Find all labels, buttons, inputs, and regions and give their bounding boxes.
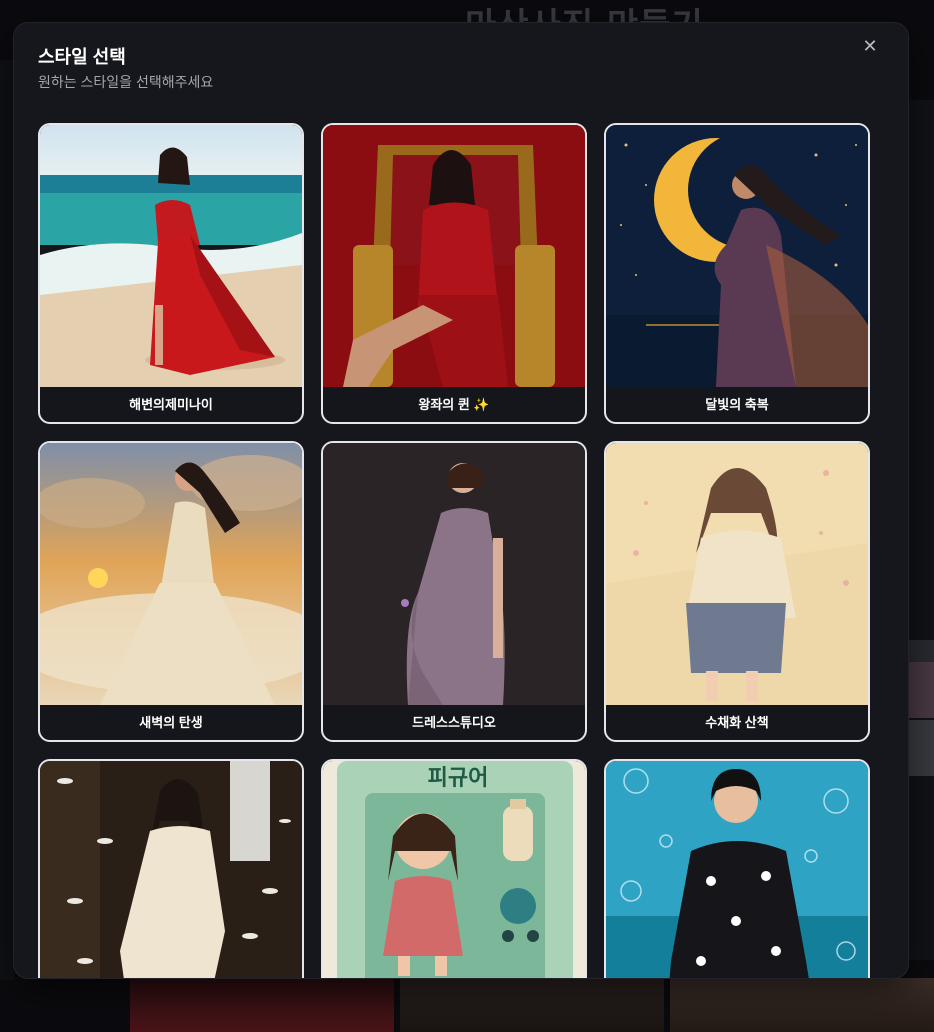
style-card-label: 왕좌의 퀸 ✨: [418, 397, 490, 412]
style-card-moon[interactable]: 달빛의 축복: [604, 123, 870, 424]
style-card-dress-studio[interactable]: 드레스스튜디오: [321, 441, 587, 742]
background-right-panel: [908, 100, 934, 960]
background-photo: [130, 978, 394, 1032]
style-card-label: 해변의제미나이: [129, 397, 213, 412]
background-photo-row: [130, 978, 934, 1032]
close-button[interactable]: ✕: [859, 36, 881, 58]
style-card-figure[interactable]: 피규어: [321, 759, 587, 978]
style-thumbnail: [323, 125, 585, 387]
style-card-label: 새벽의 탄생: [139, 715, 203, 730]
figure-box-text: 피규어: [428, 766, 489, 791]
style-thumbnail: [606, 443, 868, 705]
style-grid: 해변의제미나이 왕좌의 퀸 ✨ 달빛의 축복 새벽의 탄생 드레스스튜디오 수채…: [38, 123, 870, 978]
style-thumbnail: [40, 443, 302, 705]
modal-title: 스타일 선택: [38, 47, 126, 67]
background-right-block: [908, 720, 934, 776]
background-photo: [400, 978, 664, 1032]
style-card-throne[interactable]: 왕좌의 퀸 ✨: [321, 123, 587, 424]
style-thumbnail: [40, 761, 302, 978]
style-thumbnail: [40, 125, 302, 387]
modal-subtitle: 원하는 스타일을 선택해주세요: [38, 74, 214, 90]
style-thumbnail: [323, 443, 585, 705]
style-card-watercolor[interactable]: 수채화 산책: [604, 441, 870, 742]
close-icon: ✕: [862, 36, 878, 57]
background-photo: [670, 978, 934, 1032]
style-thumbnail: [606, 761, 868, 978]
style-card-lace-feathers[interactable]: [38, 759, 304, 978]
style-card-beach[interactable]: 해변의제미나이: [38, 123, 304, 424]
style-card-label: 달빛의 축복: [705, 397, 769, 412]
background-right-block: [908, 662, 934, 718]
style-thumbnail: 피규어: [323, 761, 585, 978]
style-card-label: 수채화 산책: [705, 715, 769, 730]
style-thumbnail: [606, 125, 868, 387]
style-card-label: 드레스스튜디오: [412, 715, 496, 730]
style-card-sunrise[interactable]: 새벽의 탄생: [38, 441, 304, 742]
background-left-panel: [0, 60, 14, 980]
style-select-modal: 스타일 선택 원하는 스타일을 선택해주세요 ✕ 해변의제미나이 왕좌의 퀸 ✨…: [14, 23, 908, 978]
style-card-daisy-bubbles[interactable]: [604, 759, 870, 978]
